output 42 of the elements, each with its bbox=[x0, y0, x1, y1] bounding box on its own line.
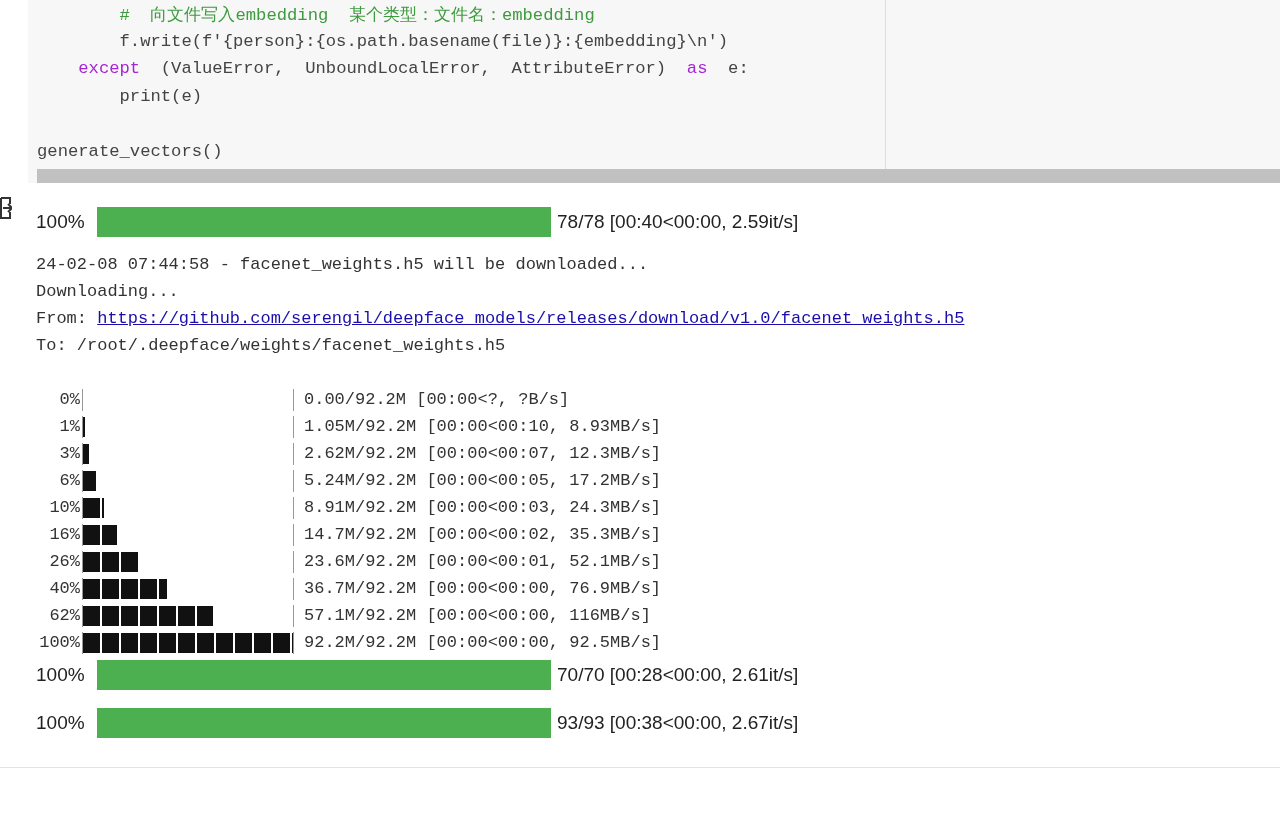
progress-percent: 3% bbox=[58, 444, 80, 463]
progress-stats: 0.00/92.2M [00:00<?, ?B/s] bbox=[304, 390, 570, 409]
progress-percent: 26% bbox=[48, 552, 80, 571]
code-text: (ValueError, UnboundLocalError, AttributeError) bbox=[159, 59, 667, 79]
horizontal-scrollbar[interactable] bbox=[37, 169, 1280, 183]
progress-percent: 10% bbox=[48, 498, 80, 517]
progress-stats: 78/78 [00:40<00:00, 2.59it/s] bbox=[557, 211, 799, 233]
progress-stats: 14.7M/92.2M [00:00<00:02, 35.3MB/s] bbox=[304, 525, 662, 544]
log-label: From: bbox=[36, 309, 88, 328]
progress-percent: 40% bbox=[48, 579, 80, 598]
code-keyword: except bbox=[77, 59, 141, 79]
progress-stats: 92.2M/92.2M [00:00<00:00, 92.5MB/s] bbox=[304, 633, 662, 652]
code-text: e: bbox=[727, 59, 749, 79]
code-keyword: as bbox=[685, 59, 708, 79]
code-cell[interactable]: # 向文件写入embedding 某个类型：文件名：embedding f.write(f'{person}:{os.path.basename(file)}:{embedding}\n') except (ValueError, UnboundLocalError, AttributeError) as e: print(e) generate_vectors() bbox=[28, 0, 1280, 183]
progress-stats: 93/93 [00:38<00:00, 2.67it/s] bbox=[557, 712, 799, 734]
code-text: generate_vectors() bbox=[37, 141, 223, 161]
code-comment: # 向文件写入embedding 某个类型：文件名：embedding bbox=[118, 4, 595, 26]
progress-percent: 6% bbox=[58, 471, 80, 490]
download-link[interactable]: https://github.com/serengil/deepface_models/releases/download/v1.0/facenet_weights.h5 bbox=[97, 309, 965, 328]
log-line: To: /root/.deepface/weights/facenet_weights.h5 bbox=[36, 336, 506, 355]
progress-stats: 8.91M/92.2M [00:00<00:03, 24.3MB/s] bbox=[304, 498, 662, 517]
output-icon[interactable] bbox=[0, 195, 12, 221]
log-line: 24-02-08 07:44:58 - facenet_weights.h5 will be downloaded... bbox=[36, 255, 649, 274]
progress-stats: 5.24M/92.2M [00:00<00:05, 17.2MB/s] bbox=[304, 471, 662, 490]
progress-stats: 70/70 [00:28<00:00, 2.61it/s] bbox=[557, 664, 799, 686]
progress-percent: 100% bbox=[38, 633, 80, 652]
progress-stats: 57.1M/92.2M [00:00<00:00, 116MB/s] bbox=[304, 606, 651, 625]
code-text: print(e) bbox=[118, 86, 203, 106]
progress-stats: 36.7M/92.2M [00:00<00:00, 76.9MB/s] bbox=[304, 579, 662, 598]
progress-percent: 0% bbox=[58, 390, 80, 409]
log-line: Downloading... bbox=[36, 282, 179, 301]
progress-stats: 1.05M/92.2M [00:00<00:10, 8.93MB/s] bbox=[304, 417, 662, 436]
progress-percent: 100% bbox=[36, 664, 86, 686]
progress-stats: 23.6M/92.2M [00:00<00:01, 52.1MB/s] bbox=[304, 552, 662, 571]
progress-percent: 16% bbox=[48, 525, 80, 544]
progress-percent: 1% bbox=[58, 417, 80, 436]
progress-percent: 100% bbox=[36, 712, 86, 734]
code-text: f.write(f'{person}:{os.path.basename(file)}:{embedding}\n') bbox=[118, 31, 729, 51]
progress-stats: 2.62M/92.2M [00:00<00:07, 12.3MB/s] bbox=[304, 444, 662, 463]
progress-percent: 100% bbox=[36, 211, 86, 233]
progress-percent: 62% bbox=[48, 606, 80, 625]
